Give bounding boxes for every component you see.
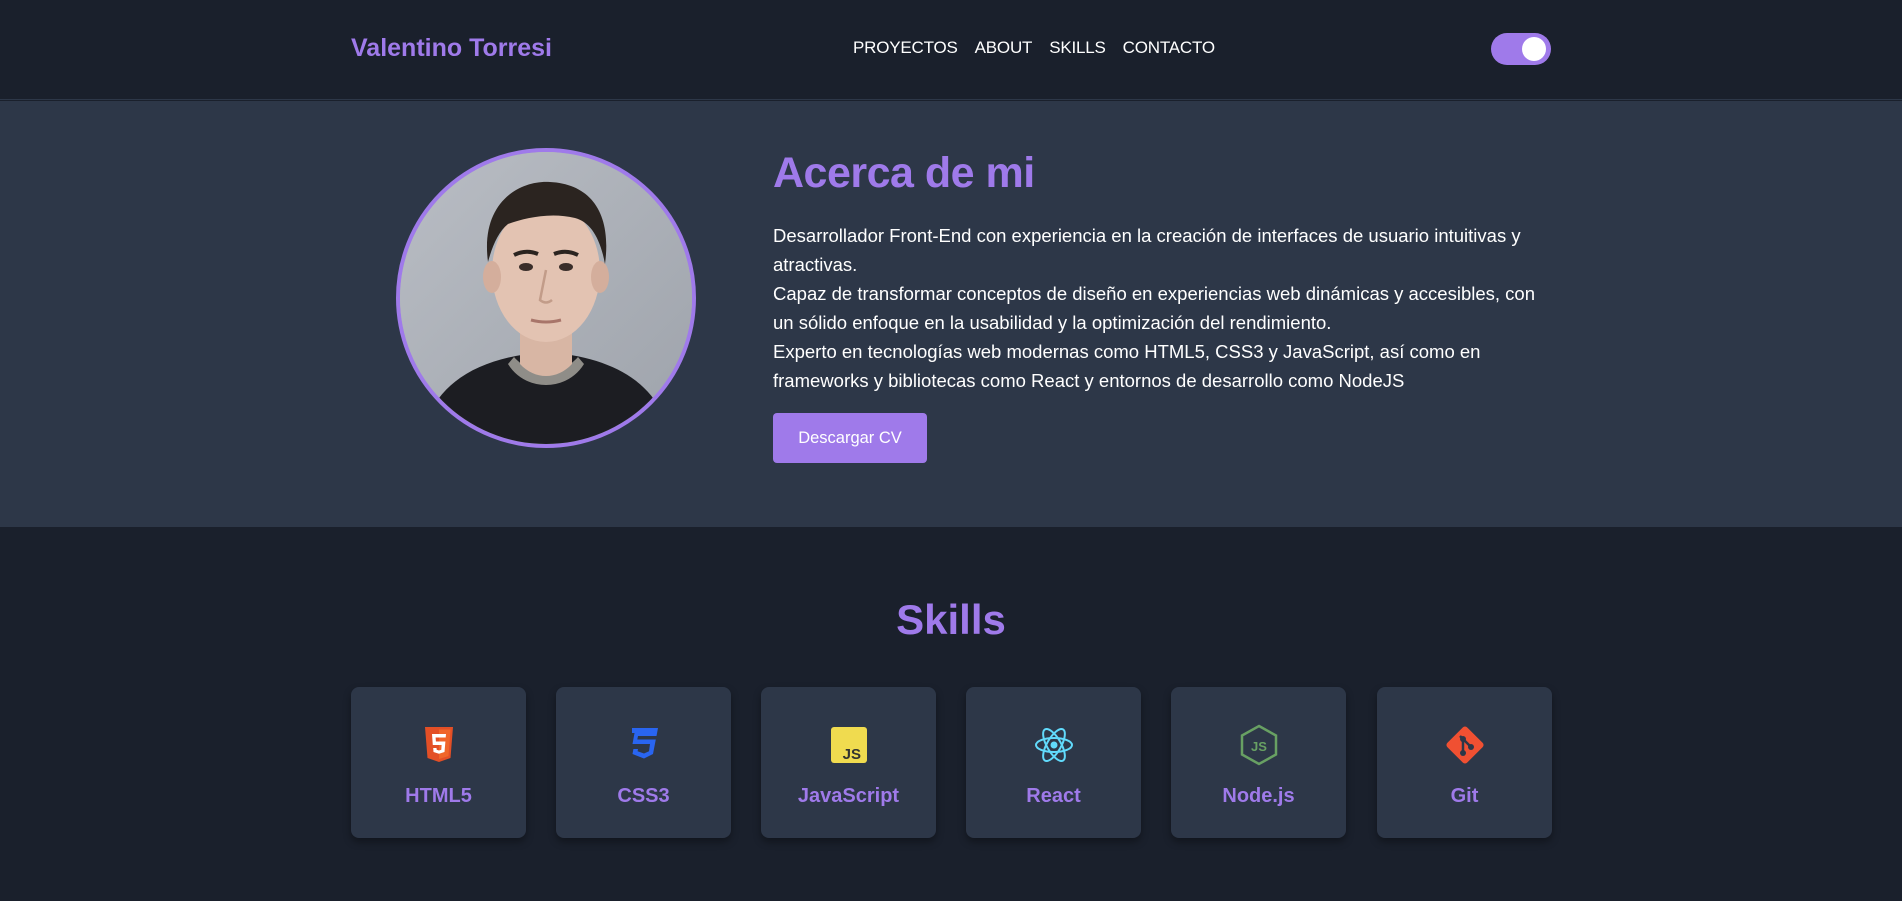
skill-card-git: Git <box>1377 687 1552 838</box>
about-paragraph: Experto en tecnologías web modernas como… <box>773 341 1481 391</box>
nav-link-skills[interactable]: SKILLS <box>1049 38 1106 58</box>
skill-card-nodejs: JS Node.js <box>1171 687 1346 838</box>
brand-name[interactable]: Valentino Torresi <box>351 34 552 63</box>
site-header: Valentino Torresi PROYECTOS ABOUT SKILLS… <box>0 0 1902 100</box>
react-icon <box>1035 728 1073 762</box>
about-title: Acerca de mi <box>773 149 1035 197</box>
nodejs-icon: JS <box>1240 724 1278 766</box>
skill-card-html5: HTML5 <box>351 687 526 838</box>
skill-card-javascript: JS JavaScript <box>761 687 936 838</box>
skill-card-css3: CSS3 <box>556 687 731 838</box>
about-paragraph: Desarrollador Front-End con experiencia … <box>773 225 1521 275</box>
css3-icon <box>632 728 658 759</box>
theme-toggle[interactable] <box>1491 33 1551 65</box>
skill-name: React <box>1026 785 1081 807</box>
skill-card-react: React <box>966 687 1141 838</box>
skill-name: Node.js <box>1222 785 1295 807</box>
skill-name: CSS3 <box>617 785 670 807</box>
html5-icon <box>425 727 453 762</box>
about-paragraph: Capaz de transformar conceptos de diseño… <box>773 283 1535 333</box>
download-cv-button[interactable]: Descargar CV <box>773 413 927 463</box>
skill-name: Git <box>1450 785 1479 807</box>
main-nav: PROYECTOS ABOUT SKILLS CONTACTO <box>853 38 1215 58</box>
nav-link-proyectos[interactable]: PROYECTOS <box>853 38 958 58</box>
svg-text:JS: JS <box>1251 739 1267 754</box>
about-section: Acerca de mi Desarrollador Front-End con… <box>0 101 1902 527</box>
skill-name: HTML5 <box>405 785 472 807</box>
svg-text:JS: JS <box>843 746 861 763</box>
profile-photo <box>396 148 696 448</box>
skill-name: JavaScript <box>797 785 900 807</box>
javascript-icon: JS <box>831 727 867 763</box>
skills-title: Skills <box>896 596 1006 643</box>
toggle-knob <box>1522 37 1546 61</box>
nav-link-about[interactable]: ABOUT <box>975 38 1033 58</box>
nav-link-contacto[interactable]: CONTACTO <box>1123 38 1215 58</box>
about-description: Desarrollador Front-End con experiencia … <box>773 221 1553 395</box>
git-icon <box>1446 726 1484 764</box>
